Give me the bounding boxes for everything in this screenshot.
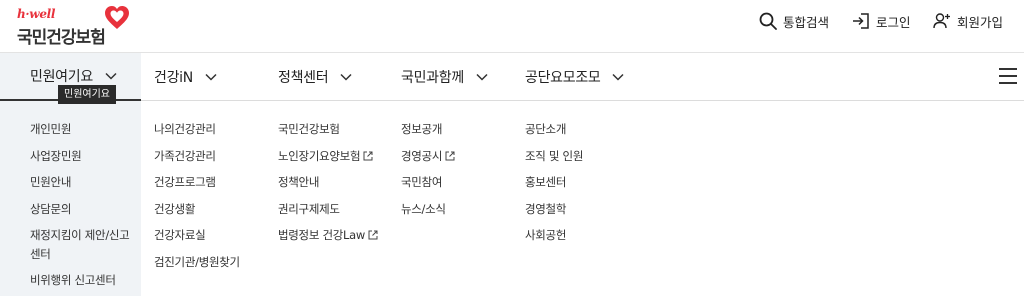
menu-item[interactable]: 경영철학 [525,196,583,223]
chevron-down-icon [476,73,488,81]
mega-menu: 개인민원 사업장민원 민원안내 상담문의 재정지킴이 제안/신고센터 비위행위 … [0,101,1024,296]
login-button[interactable]: 로그인 [852,11,911,31]
menu-column-minwon: 개인민원 사업장민원 민원안내 상담문의 재정지킴이 제안/신고센터 비위행위 … [30,116,130,294]
menu-item[interactable]: 나의건강관리 [154,116,240,143]
menu-item[interactable]: 홍보센터 [525,169,583,196]
site-header: h·well 국민건강보험 통합검색 로그인 회원가입 [0,0,1024,53]
nav-label: 건강iN [154,69,193,86]
search-icon [759,12,777,30]
logo-name: 국민건강보험 [17,28,106,48]
chevron-down-icon [612,73,625,81]
menu-item[interactable]: 국민건강보험 [278,116,378,143]
menu-item[interactable]: 재정지킴이 제안/신고센터 [30,222,130,267]
heart-logo-icon [105,6,129,29]
menu-item[interactable]: 법령정보 건강Law [278,222,378,249]
menu-item[interactable]: 국민참여 [401,169,455,196]
menu-item[interactable]: 상담문의 [30,196,130,223]
join-button[interactable]: 회원가입 [933,11,1003,31]
menu-item[interactable]: 조직 및 인원 [525,143,583,170]
menu-column-health-in: 나의건강관리 가족건강관리 건강프로그램 건강생활 건강자료실 검진기관/병원찾… [154,116,240,275]
menu-column-policy-center: 국민건강보험 노인장기요양보험 정책안내 권리구제제도 법령정보 건강Law [278,116,378,249]
search-label: 통합검색 [783,14,830,30]
menu-item[interactable]: 건강생활 [154,196,240,223]
login-icon [853,13,869,29]
main-nav: 민원여기요 건강iN 정책센터 국민과함께 공단요모조모 [0,53,1024,101]
nav-item-health-in[interactable]: 건강iN [154,53,217,100]
search-button[interactable]: 통합검색 [759,11,829,31]
nav-label: 국민과함께 [401,69,464,86]
logo[interactable]: h·well 국민건강보험 [17,5,137,48]
menu-item[interactable]: 비위행위 신고센터 [30,267,130,294]
menu-item-label: 정책안내 [278,175,320,189]
logo-tagline: h·well [17,7,56,21]
nav-item-policy-center[interactable]: 정책센터 [278,53,352,100]
join-label: 회원가입 [957,14,1004,30]
menu-column-about: 공단소개 조직 및 인원 홍보센터 경영철학 사회공헌 [525,116,583,249]
menu-item[interactable]: 뉴스/소식 [401,196,455,223]
chevron-up-icon [105,72,117,80]
menu-item[interactable]: 경영공시 [401,143,455,170]
menu-item[interactable]: 사회공헌 [525,222,583,249]
chevron-down-icon [205,73,217,81]
nav-label: 민원여기요 [30,69,93,85]
menu-item[interactable]: 정책안내 [278,169,378,196]
external-link-icon [368,230,378,240]
menu-item[interactable]: 공단소개 [525,116,583,143]
hamburger-menu-icon[interactable] [999,68,1017,84]
menu-item-label: 법령정보 건강Law [278,228,365,242]
menu-item[interactable]: 건강자료실 [154,222,240,249]
menu-item[interactable]: 권리구제제도 [278,196,378,223]
menu-item-label: 권리구제제도 [278,201,340,216]
menu-item[interactable]: 검진기관/병원찾기 [154,249,240,276]
menu-item[interactable]: 가족건강관리 [154,143,240,170]
menu-item[interactable]: 건강프로그램 [154,169,240,196]
external-link-icon [445,151,455,160]
menu-column-with-people: 정보공개 경영공시 국민참여 뉴스/소식 [401,116,455,222]
menu-item-label: 경영공시 [401,148,443,163]
menu-item-label: 국민참여 [401,175,443,189]
nav-item-with-people[interactable]: 국민과함께 [401,53,488,100]
menu-item[interactable]: 정보공개 [401,116,455,143]
menu-item-label: 뉴스/소식 [401,201,446,216]
menu-item[interactable]: 사업장민원 [30,143,130,170]
menu-item[interactable]: 개인민원 [30,116,130,143]
nav-item-about[interactable]: 공단요모조모 [525,53,625,100]
menu-item[interactable]: 민원안내 [30,169,130,196]
nav-label: 정책센터 [278,69,329,86]
menu-item-label: 노인장기요양보험 [278,148,361,163]
nav-label: 공단요모조모 [525,69,601,86]
menu-item[interactable]: 노인장기요양보험 [278,143,378,170]
chevron-down-icon [340,73,352,81]
user-plus-icon [933,13,950,29]
menu-item-label: 정보공개 [401,122,443,136]
tooltip: 민원여기요 [58,85,116,104]
menu-item-label: 국민건강보험 [278,122,340,136]
external-link-icon [363,151,373,160]
login-label: 로그인 [876,14,911,30]
